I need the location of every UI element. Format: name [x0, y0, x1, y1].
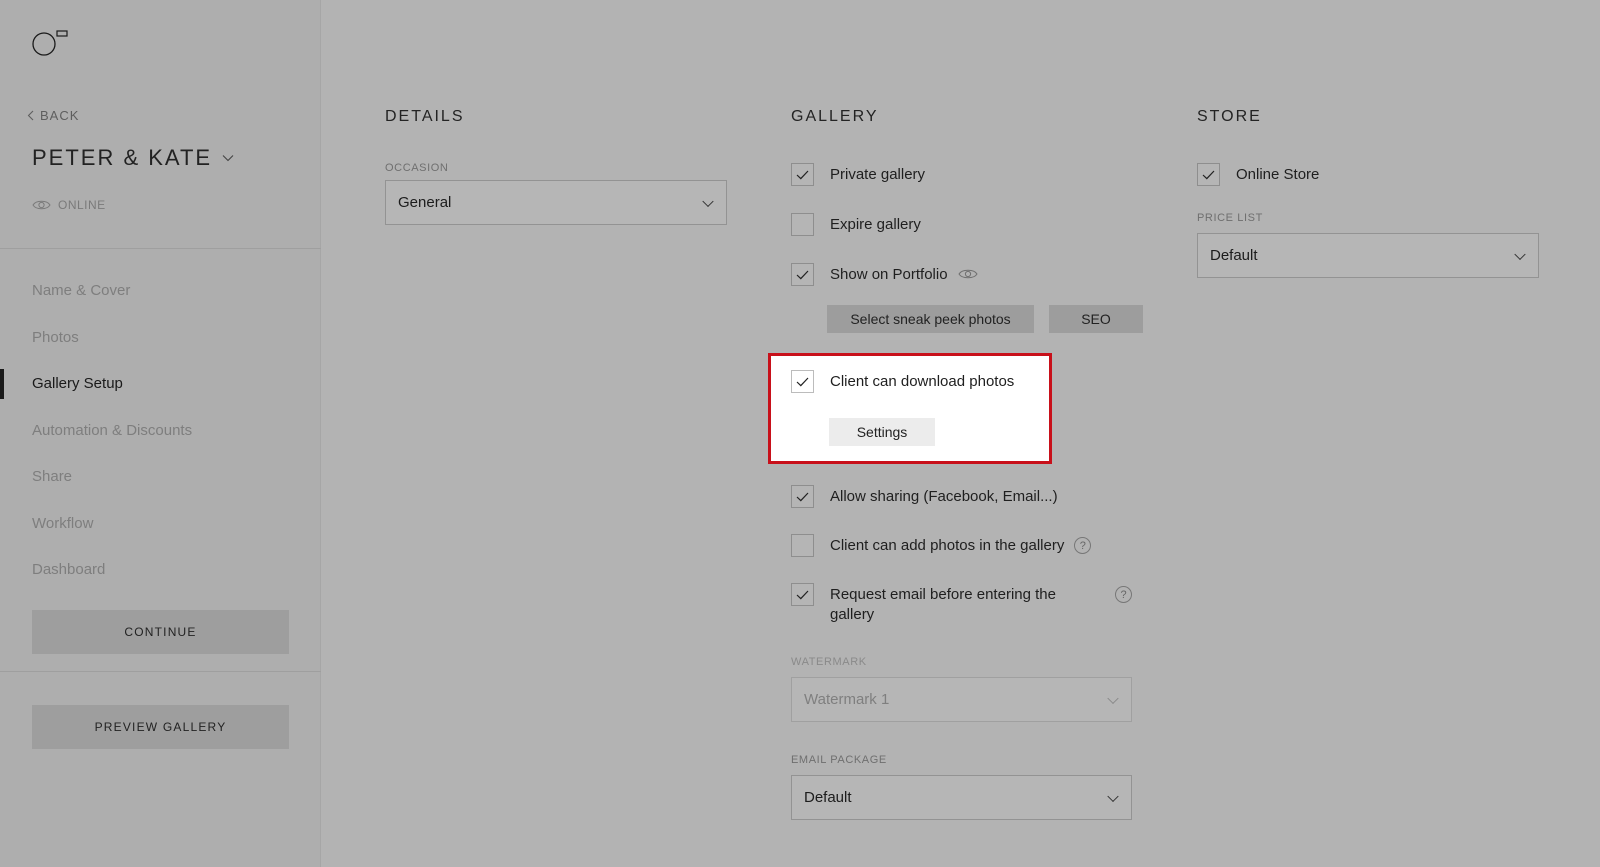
checkmark-icon: [796, 377, 809, 386]
checkmark-icon: [796, 590, 809, 599]
chevron-down-icon: [1107, 692, 1119, 704]
price-list-label: PRICE LIST: [1197, 212, 1263, 224]
online-store-label: Online Store: [1236, 166, 1320, 183]
back-link[interactable]: BACK: [27, 108, 79, 123]
allow-sharing-label: Allow sharing (Facebook, Email...): [830, 488, 1058, 505]
sidebar-item-dashboard[interactable]: Dashboard: [0, 547, 321, 594]
sidebar-nav: Name & Cover Photos Gallery Setup Automa…: [0, 268, 321, 594]
chevron-down-icon: [222, 155, 234, 162]
sidebar-item-workflow[interactable]: Workflow: [0, 501, 321, 548]
gallery-section: GALLERY Private gallery Expire gallery S…: [791, 108, 1151, 828]
client-download-highlight: Client can download photos Settings: [768, 353, 1052, 464]
client-name-dropdown[interactable]: PETER & KATE: [32, 145, 234, 171]
allow-sharing-option: Allow sharing (Facebook, Email...): [791, 485, 1058, 508]
private-gallery-checkbox[interactable]: [791, 163, 814, 186]
request-email-label-line1: Request email before entering the: [830, 586, 1056, 603]
checkmark-icon: [1202, 170, 1215, 179]
back-label: BACK: [40, 108, 80, 123]
sidebar-item-share[interactable]: Share: [0, 454, 321, 501]
status-label: ONLINE: [58, 198, 106, 212]
email-package-select[interactable]: Default: [791, 775, 1132, 820]
gallery-title: GALLERY: [791, 108, 879, 125]
sidebar: BACK PETER & KATE ONLINE Name & Cover Ph…: [0, 0, 321, 867]
online-store-option: Online Store: [1197, 163, 1319, 186]
sidebar-divider: [0, 248, 321, 249]
occasion-value: General: [398, 194, 452, 211]
online-store-checkbox[interactable]: [1197, 163, 1220, 186]
expire-gallery-checkbox[interactable]: [791, 213, 814, 236]
checkmark-icon: [796, 492, 809, 501]
preview-gallery-button[interactable]: PREVIEW GALLERY: [32, 705, 289, 749]
status-indicator: ONLINE: [32, 198, 106, 212]
eye-icon[interactable]: [957, 268, 978, 280]
allow-sharing-checkbox[interactable]: [791, 485, 814, 508]
request-email-checkbox[interactable]: [791, 583, 814, 606]
client-download-option: Client can download photos: [791, 370, 1014, 393]
client-download-label: Client can download photos: [830, 373, 1015, 390]
expire-gallery-label: Expire gallery: [830, 216, 921, 233]
seo-button[interactable]: SEO: [1049, 305, 1143, 333]
help-icon[interactable]: ?: [1074, 537, 1092, 554]
email-package-label: EMAIL PACKAGE: [791, 754, 887, 766]
expire-gallery-option: Expire gallery: [791, 213, 921, 236]
help-icon[interactable]: ?: [1115, 586, 1132, 603]
chevron-down-icon: [1514, 248, 1526, 260]
sidebar-item-name-cover[interactable]: Name & Cover: [0, 268, 321, 315]
watermark-label: WATERMARK: [791, 656, 867, 668]
email-package-value: Default: [804, 789, 852, 806]
request-email-label-line2: gallery: [830, 606, 875, 623]
sidebar-item-photos[interactable]: Photos: [0, 315, 321, 362]
occasion-label: OCCASION: [385, 162, 449, 174]
continue-button[interactable]: CONTINUE: [32, 610, 289, 654]
checkmark-icon: [796, 170, 809, 179]
store-title: STORE: [1197, 108, 1262, 125]
select-sneak-peek-button[interactable]: Select sneak peek photos: [827, 305, 1034, 333]
eye-icon: [32, 200, 51, 210]
download-settings-button[interactable]: Settings: [829, 418, 935, 446]
client-add-photos-label: Client can add photos in the gallery: [830, 537, 1065, 554]
client-name: PETER & KATE: [32, 145, 213, 170]
show-on-portfolio-option: Show on Portfolio: [791, 263, 978, 286]
store-section: STORE Online Store PRICE LIST Default: [1197, 108, 1540, 308]
watermark-value: Watermark 1: [804, 691, 890, 708]
client-download-checkbox[interactable]: [791, 370, 814, 393]
show-on-portfolio-label: Show on Portfolio: [830, 266, 948, 283]
price-list-select[interactable]: Default: [1197, 233, 1539, 278]
chevron-left-icon: [27, 110, 34, 121]
sidebar-item-gallery-setup[interactable]: Gallery Setup: [0, 361, 321, 408]
request-email-option: Request email before entering the galler…: [791, 583, 1132, 625]
occasion-select[interactable]: General: [385, 180, 727, 225]
details-section: DETAILS OCCASION General: [385, 108, 727, 225]
chevron-down-icon: [1107, 790, 1119, 802]
private-gallery-label: Private gallery: [830, 166, 926, 183]
private-gallery-option: Private gallery: [791, 163, 925, 186]
chevron-down-icon: [702, 195, 714, 207]
sidebar-divider-bottom: [0, 671, 321, 672]
logo-icon: [32, 30, 68, 56]
watermark-select[interactable]: Watermark 1: [791, 677, 1132, 722]
request-email-label: Request email before entering the galler…: [830, 583, 1105, 625]
sidebar-item-automation-discounts[interactable]: Automation & Discounts: [0, 408, 321, 455]
client-add-photos-checkbox[interactable]: [791, 534, 814, 557]
client-add-photos-option: Client can add photos in the gallery ?: [791, 534, 1092, 557]
details-title: DETAILS: [385, 108, 465, 125]
show-on-portfolio-checkbox[interactable]: [791, 263, 814, 286]
price-list-value: Default: [1210, 247, 1258, 264]
checkmark-icon: [796, 270, 809, 279]
